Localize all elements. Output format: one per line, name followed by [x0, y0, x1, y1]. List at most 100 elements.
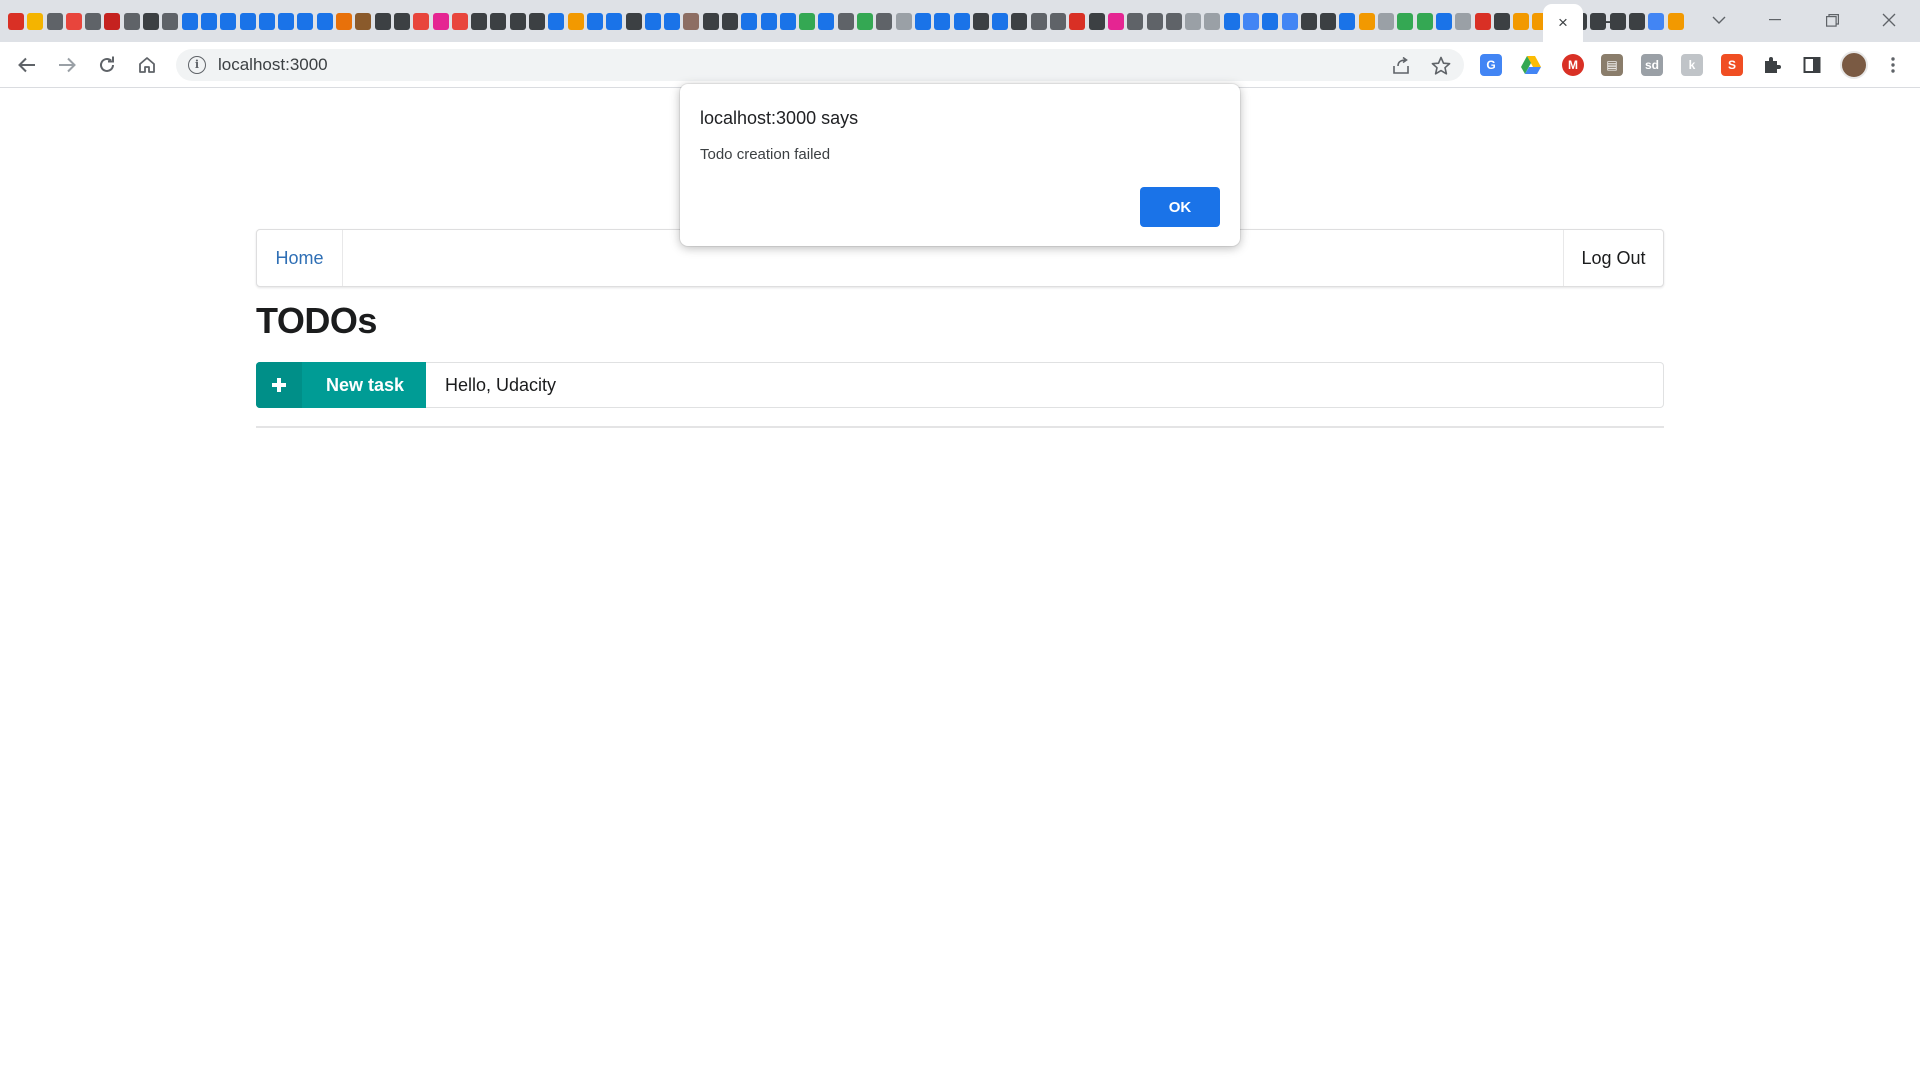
tab-favicon-icon[interactable] — [297, 12, 314, 30]
tab-favicon-icon[interactable] — [451, 12, 468, 30]
tab-favicon-icon[interactable] — [355, 12, 372, 30]
tab-favicon-icon[interactable] — [1339, 12, 1356, 30]
translate-extension-icon[interactable]: G — [1480, 54, 1502, 76]
tab-favicon-icon[interactable] — [1397, 12, 1414, 30]
tab-favicon-icon[interactable] — [1667, 12, 1684, 30]
share-icon[interactable] — [1390, 55, 1412, 77]
tab-favicon-icon[interactable] — [1300, 12, 1317, 30]
tab-favicon-icon[interactable] — [857, 12, 874, 30]
tab-favicon-icon[interactable] — [837, 12, 854, 30]
tab-favicon-icon[interactable] — [413, 12, 430, 30]
tab-favicon-icon[interactable] — [46, 12, 63, 30]
tab-favicon-icon[interactable] — [65, 12, 82, 30]
tab-favicon-icon[interactable] — [27, 12, 44, 30]
tab-favicon-icon[interactable] — [779, 12, 796, 30]
tab-favicon-icon[interactable] — [1030, 12, 1047, 30]
new-task-button[interactable]: New task — [256, 362, 426, 408]
tab-favicon-icon[interactable] — [1435, 12, 1452, 30]
tab-favicon-icon[interactable] — [644, 12, 661, 30]
tab-favicon-icon[interactable] — [1262, 12, 1279, 30]
tab-favicon-icon[interactable] — [1281, 12, 1298, 30]
s-extension-icon[interactable]: S — [1721, 54, 1743, 76]
tab-favicon-icon[interactable] — [1223, 12, 1240, 30]
tab-favicon-icon[interactable] — [1493, 12, 1510, 30]
tab-favicon-icon[interactable] — [336, 12, 353, 30]
tab-favicon-icon[interactable] — [1165, 12, 1182, 30]
close-window-button[interactable] — [1866, 4, 1912, 36]
side-panel-icon[interactable] — [1801, 54, 1823, 76]
tab-favicon-icon[interactable] — [606, 12, 623, 30]
tab-search-button[interactable] — [1696, 4, 1742, 36]
tab-favicon-icon[interactable] — [1243, 12, 1259, 30]
screen-capture-extension-icon[interactable]: ▤ — [1601, 54, 1623, 76]
tab-favicon-icon[interactable] — [567, 12, 584, 30]
tab-favicon-icon[interactable] — [818, 12, 835, 30]
tab-favicon-icon[interactable] — [876, 12, 893, 30]
tab-favicon-icon[interactable] — [914, 12, 931, 30]
tab-favicon-icon[interactable] — [1416, 12, 1433, 30]
site-info-icon[interactable]: i — [188, 56, 206, 74]
tab-favicon-icon[interactable] — [586, 12, 603, 30]
tab-favicon-icon[interactable] — [953, 12, 970, 30]
tab-favicon-icon[interactable] — [509, 12, 526, 30]
tab-favicon-icon[interactable] — [258, 12, 275, 30]
new-tab-button[interactable]: + — [1597, 8, 1625, 36]
tab-favicon-icon[interactable] — [162, 12, 179, 30]
address-text[interactable]: localhost:3000 — [218, 55, 328, 75]
tab-favicon-icon[interactable] — [181, 12, 198, 30]
tab-favicon-icon[interactable] — [1088, 12, 1105, 30]
mega-extension-icon[interactable]: M — [1562, 54, 1584, 76]
task-input[interactable]: Hello, Udacity — [426, 362, 1664, 408]
tab-favicon-icon[interactable] — [799, 12, 816, 30]
ok-button[interactable]: OK — [1140, 187, 1220, 227]
tab-favicon-icon[interactable] — [123, 12, 140, 30]
home-button[interactable] — [132, 50, 162, 80]
tab-favicon-icon[interactable] — [1127, 12, 1144, 30]
tab-favicon-icon[interactable] — [934, 12, 951, 30]
tab-favicon-icon[interactable] — [432, 12, 449, 30]
pinned-tabs-favicons[interactable] — [8, 10, 1684, 32]
tab-favicon-icon[interactable] — [393, 12, 410, 30]
tab-favicon-icon[interactable] — [760, 12, 777, 30]
tab-favicon-icon[interactable] — [992, 12, 1009, 30]
active-tab[interactable]: × — [1543, 4, 1583, 42]
more-menu-icon[interactable] — [1882, 54, 1904, 76]
tab-favicon-icon[interactable] — [1358, 12, 1375, 30]
tab-favicon-icon[interactable] — [200, 12, 217, 30]
tab-favicon-icon[interactable] — [374, 12, 391, 30]
tab-favicon-icon[interactable] — [278, 12, 295, 30]
tab-favicon-icon[interactable] — [239, 12, 256, 30]
forward-button[interactable] — [52, 50, 82, 80]
tab-favicon-icon[interactable] — [548, 12, 565, 30]
profile-avatar[interactable] — [1840, 51, 1868, 79]
tab-favicon-icon[interactable] — [1455, 12, 1472, 30]
drive-extension-icon[interactable] — [1520, 54, 1542, 76]
sd-extension-icon[interactable]: sd — [1641, 54, 1663, 76]
tab-favicon-icon[interactable] — [1069, 12, 1086, 30]
tab-favicon-icon[interactable] — [1513, 12, 1530, 30]
minimize-button[interactable] — [1752, 4, 1798, 36]
tab-favicon-icon[interactable] — [625, 12, 642, 30]
address-bar[interactable]: i localhost:3000 — [176, 49, 1464, 81]
tab-favicon-icon[interactable] — [1185, 12, 1202, 30]
tab-favicon-icon[interactable] — [721, 12, 738, 30]
tab-favicon-icon[interactable] — [683, 12, 700, 30]
tab-favicon-icon[interactable] — [741, 12, 758, 30]
tab-favicon-icon[interactable] — [529, 12, 546, 30]
close-tab-icon[interactable]: × — [1558, 13, 1568, 33]
puzzle-extensions-icon[interactable] — [1761, 54, 1783, 76]
tab-favicon-icon[interactable] — [490, 12, 507, 30]
reload-button[interactable] — [92, 50, 122, 80]
restore-button[interactable] — [1809, 4, 1855, 36]
k-extension-icon[interactable]: k — [1681, 54, 1703, 76]
tab-favicon-icon[interactable] — [1011, 12, 1028, 30]
tab-favicon-icon[interactable] — [1204, 12, 1221, 30]
tab-favicon-icon[interactable] — [1107, 12, 1124, 30]
tab-favicon-icon[interactable] — [895, 12, 912, 30]
tab-favicon-icon[interactable] — [702, 12, 719, 30]
tab-favicon-icon[interactable] — [104, 12, 121, 30]
tab-favicon-icon[interactable] — [8, 12, 24, 30]
tab-favicon-icon[interactable] — [143, 12, 160, 30]
back-button[interactable] — [12, 50, 42, 80]
tab-favicon-icon[interactable] — [316, 12, 333, 30]
